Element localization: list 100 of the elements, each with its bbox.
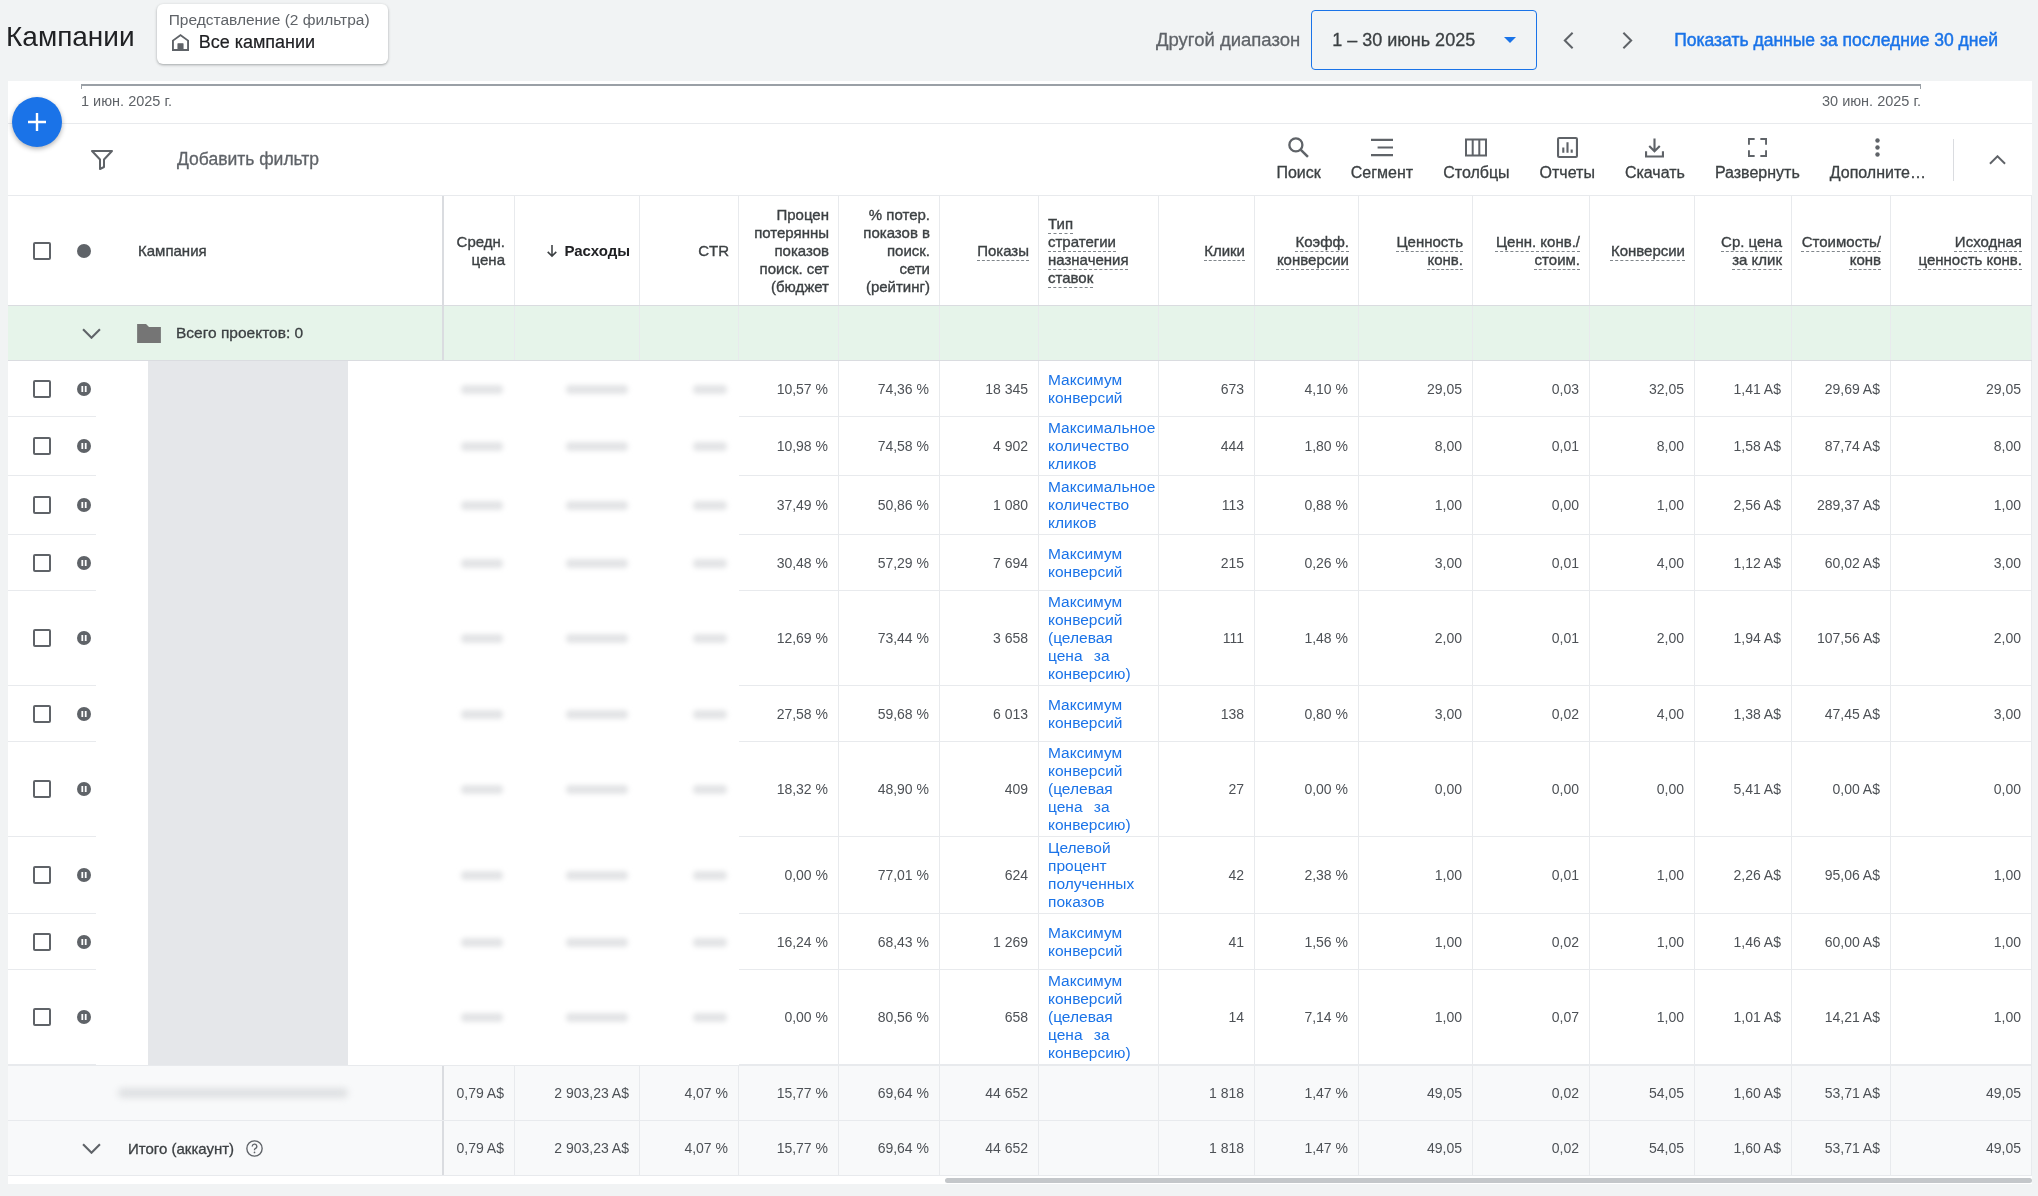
strategy-link[interactable]: Максимальное количество кликов	[1048, 419, 1156, 473]
pause-icon[interactable]	[77, 498, 91, 512]
blurred-value	[566, 442, 628, 451]
column-header[interactable]: Стоимость/ конв	[1792, 196, 1891, 305]
column-header[interactable]: Исходная ценность конв.	[1891, 196, 2032, 305]
blurred-value	[461, 384, 503, 394]
column-header[interactable]: Ценность конв.	[1359, 196, 1473, 305]
blurred-value	[693, 442, 727, 451]
row-checkbox[interactable]	[33, 704, 51, 723]
row-checkbox[interactable]	[33, 866, 51, 884]
table-cell: 444	[1159, 417, 1255, 476]
strategy-link[interactable]: Максимум конверсий	[1048, 923, 1154, 960]
column-header[interactable]: Тип стратегии назначения ставок	[1039, 196, 1159, 305]
more-button[interactable]: Дополните…	[1824, 133, 1931, 186]
table-cell: 7 694	[940, 535, 1039, 591]
table-cell: 10,98 %	[739, 417, 839, 476]
strategy-link[interactable]: Максимум конверсий	[1048, 695, 1154, 732]
pause-icon[interactable]	[77, 934, 91, 949]
segment-button[interactable]: Сегмент	[1345, 133, 1419, 186]
blurred-value	[566, 634, 628, 643]
column-header[interactable]: Ср. цена за клик	[1695, 196, 1792, 305]
column-header[interactable]: Коэфф. конверсии	[1255, 196, 1359, 305]
columns-icon	[1465, 137, 1488, 158]
download-button[interactable]: Скачать	[1619, 133, 1690, 186]
chevron-down-icon[interactable]	[82, 327, 101, 339]
row-checkbox[interactable]	[33, 437, 51, 455]
column-header[interactable]: Расходы	[515, 196, 640, 305]
table-cell: 74,58 %	[839, 417, 940, 476]
table-cell: 3 658	[940, 591, 1039, 686]
table-cell: 0,00	[1590, 742, 1695, 837]
blurred-value	[566, 709, 628, 719]
column-header[interactable]: CTR	[640, 196, 739, 305]
table-cell: 8,00	[1891, 417, 2032, 476]
table-cell: 27	[1159, 742, 1255, 837]
row-checkbox[interactable]	[33, 379, 51, 398]
table-cell: 2,26 A$	[1695, 837, 1792, 914]
column-header[interactable]: Показы	[940, 196, 1039, 305]
pause-icon[interactable]	[77, 555, 91, 570]
home-icon	[171, 34, 189, 51]
table-cell: 0,79 A$	[444, 1121, 515, 1175]
strategy-link[interactable]: Максимальное количество кликов	[1048, 478, 1156, 532]
blurred-value	[566, 384, 628, 394]
expand-button[interactable]: Развернуть	[1709, 133, 1805, 186]
column-header[interactable]: % потер. показов в поиск. сети (рейтинг)	[839, 196, 940, 305]
table-cell: 1 269	[940, 914, 1039, 970]
table-cell: 12,69 %	[739, 591, 839, 686]
table-cell: 1,80 %	[1255, 417, 1359, 476]
strategy-link[interactable]: Максимум конверсий	[1048, 544, 1154, 581]
select-all-checkbox[interactable]	[33, 241, 51, 260]
table-cell: 0,00	[1473, 476, 1590, 535]
chevron-down-icon[interactable]	[82, 1142, 101, 1154]
help-icon[interactable]	[246, 1139, 264, 1157]
blurred-value	[461, 634, 503, 643]
blurred-value	[693, 558, 727, 568]
table-cell: 409	[940, 742, 1039, 837]
strategy-link[interactable]: Максимум конверсий	[1048, 370, 1154, 407]
folder-icon	[137, 323, 161, 343]
blurred-value	[461, 937, 503, 947]
search-button[interactable]: Поиск	[1271, 133, 1326, 186]
table-cell: 107,56 A$	[1792, 591, 1891, 686]
strategy-link[interactable]: Максимум конверсий (целевая цена за конверсию)	[1048, 972, 1154, 1062]
row-checkbox[interactable]	[33, 629, 51, 647]
pause-icon[interactable]	[77, 381, 91, 396]
add-filter-button[interactable]: Добавить фильтр	[177, 145, 320, 174]
table-cell: 2,00	[1891, 591, 2032, 686]
table-cell: 68,43 %	[839, 914, 940, 970]
blurred-value	[693, 871, 727, 880]
pause-icon[interactable]	[77, 439, 91, 453]
row-checkbox[interactable]	[33, 1008, 51, 1026]
column-header[interactable]: Клики	[1159, 196, 1255, 305]
table-cell: 29,05	[1359, 361, 1473, 417]
column-header[interactable]: Средн. цена	[444, 196, 515, 305]
blurred-value	[693, 785, 727, 794]
pause-icon[interactable]	[77, 1010, 91, 1024]
view-selector[interactable]: Представление (2 фильтра) Все кампании	[156, 4, 388, 64]
row-checkbox[interactable]	[33, 932, 51, 951]
date-range-dropdown[interactable]: 1 – 30 июнь 2025	[1311, 10, 1538, 70]
reports-button[interactable]: Отчеты	[1534, 133, 1600, 186]
horizontal-scrollbar[interactable]	[945, 1177, 2032, 1183]
table-cell: 27,58 %	[739, 686, 839, 742]
pause-icon[interactable]	[77, 706, 91, 721]
strategy-link[interactable]: Целевой процент полученных показов	[1048, 839, 1154, 911]
pause-icon[interactable]	[77, 868, 91, 882]
last-30-days-link[interactable]: Показать данные за последние 30 дней	[1674, 29, 1998, 51]
column-header[interactable]: Ценн. конв./ стоим.	[1473, 196, 1590, 305]
strategy-link[interactable]: Максимум конверсий (целевая цена за конверсию)	[1048, 744, 1154, 834]
filter-icon[interactable]	[91, 149, 113, 170]
column-header[interactable]: Процен потерянны показов поиск. сет (бюджет	[739, 196, 839, 305]
blurred-value	[566, 785, 628, 794]
column-header[interactable]: Конверсии	[1590, 196, 1695, 305]
strategy-link[interactable]: Максимум конверсий (целевая цена за конверсию)	[1048, 593, 1154, 683]
blurred-value	[693, 384, 727, 394]
row-checkbox[interactable]	[33, 780, 51, 798]
table-cell: 0,88 %	[1255, 476, 1359, 535]
pause-icon[interactable]	[77, 631, 91, 645]
row-checkbox[interactable]	[33, 553, 51, 572]
pause-icon[interactable]	[77, 782, 91, 796]
columns-button[interactable]: Столбцы	[1438, 133, 1515, 186]
row-checkbox[interactable]	[33, 496, 51, 514]
table-cell: 54,05	[1590, 1121, 1695, 1175]
